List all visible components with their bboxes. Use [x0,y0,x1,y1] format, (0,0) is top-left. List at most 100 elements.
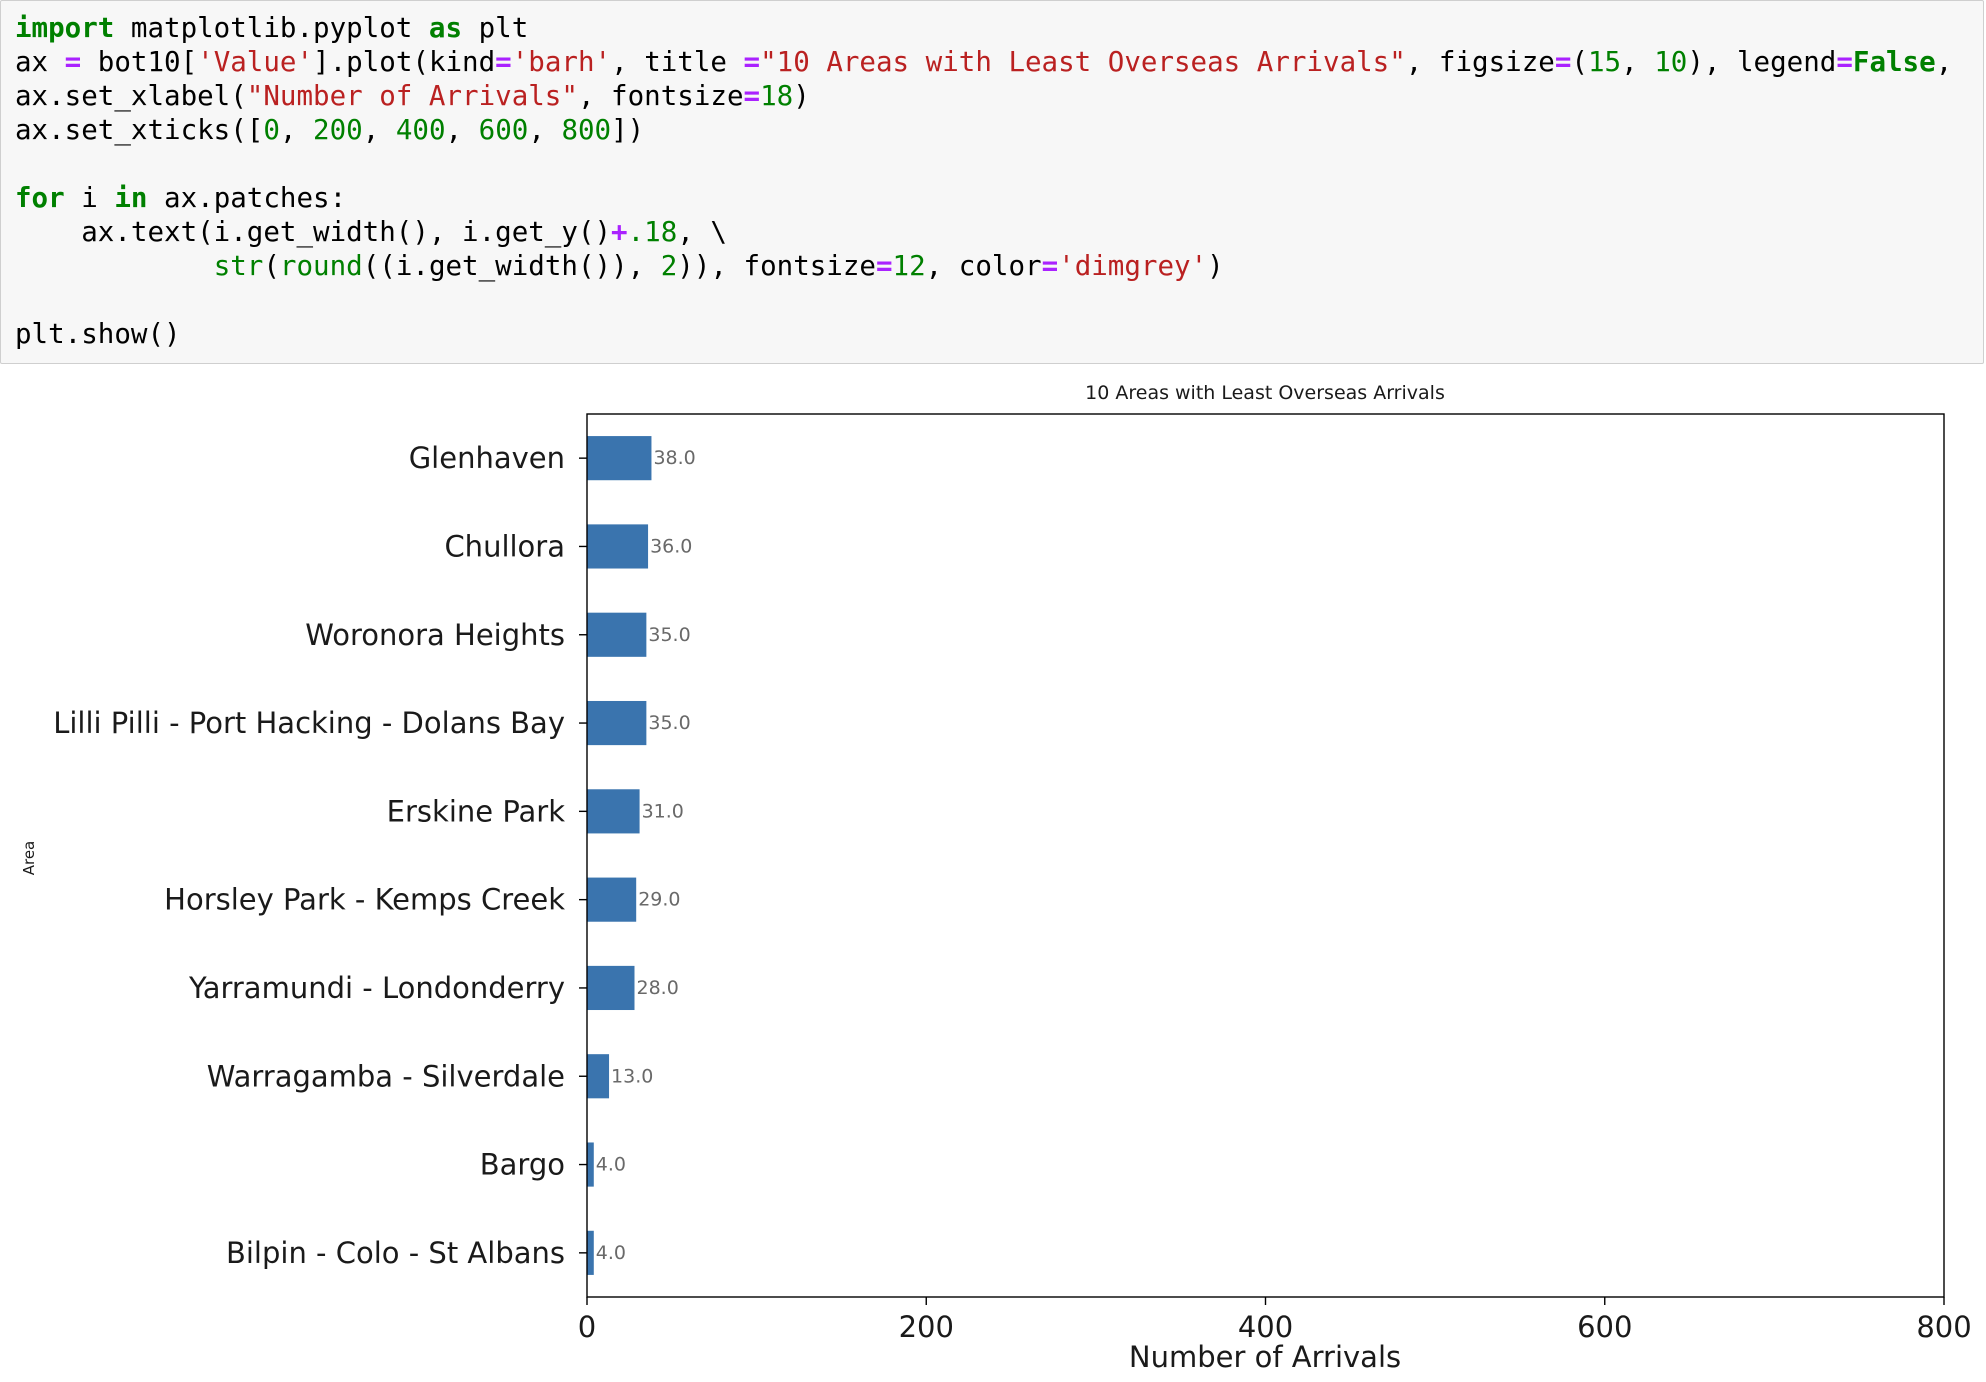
code-token: , [445,114,479,146]
code-token: = [743,80,761,112]
bar-value-label: 4.0 [596,1154,626,1176]
code-token: )), fontsize [677,250,876,282]
code-token: , title [611,46,744,78]
y-tick-label: Horsley Park - Kemps Creek [164,883,565,917]
code-token: "10 Areas with Least Overseas Arrivals" [760,46,1406,78]
code-token: .18 [627,216,678,248]
code-token: = [64,46,82,78]
code-token: , fontsize [577,80,744,112]
code-token: ax.patches: [147,182,347,214]
code-token: import [15,12,115,44]
y-tick-label: Bilpin - Colo - St Albans [226,1236,565,1270]
code-token: ( [263,250,280,282]
code-line: ax.text(i.get_width(), i.get_y()+.18, \ [15,215,1952,249]
code-token: 12 [892,250,926,282]
code-line: ax = bot10['Value'].plot(kind='barh', ti… [15,45,1952,79]
code-token: = [1836,46,1853,78]
code-token: as [428,12,463,44]
code-token: = [1554,46,1572,78]
code-token: ].plot(kind [313,46,496,78]
code-token: "Number of Arrivals" [246,80,578,112]
code-line: ax.set_xticks([0, 200, 400, 600, 800]) [15,113,1952,147]
code-token: , [362,114,396,146]
code-token: 2 [660,250,678,282]
code-token: ( [1571,46,1588,78]
x-axis-label: Number of Arrivals [1129,1340,1401,1374]
bar-value-label: 29.0 [638,889,680,911]
y-tick-label: Lilli Pilli - Port Hacking - Dolans Bay [53,706,565,740]
code-token: i [64,182,115,214]
code-token: ) [793,80,810,112]
code-token: , [528,114,562,146]
code-token: 600 [478,114,529,146]
code-token: 10 [1654,46,1688,78]
bar-value-label: 4.0 [596,1242,626,1264]
code-token: str [213,250,264,282]
code-token: 'dimgrey' [1058,250,1208,282]
x-tick-label: 600 [1577,1310,1632,1344]
code-input[interactable]: import matplotlib.pyplot as plt ax = bot1… [15,11,1952,351]
code-token: , [1621,46,1655,78]
code-line: for i in ax.patches: [15,181,1952,215]
code-token: plt.show() [15,318,181,350]
bar [587,524,649,569]
bar-value-label: 36.0 [650,535,692,557]
code-token: 'barh' [511,46,612,78]
chart-output: 10 Areas with Least Overseas Arrivals Ar… [20,382,1972,1374]
code-line: str(round((i.get_width()), 2)), fontsize… [15,249,1952,283]
y-tick-label: Warragamba - Silverdale [207,1059,565,1093]
code-token: , [1935,46,1953,78]
code-token: , figsize [1405,46,1555,78]
code-token: ax.set_xticks([ [15,114,264,146]
y-tick-label: Chullora [444,529,565,563]
code-token: ((i.get_width()), [362,250,661,282]
code-token: 'Value' [197,46,314,78]
code-token: ) [1207,250,1224,282]
bar-value-label: 38.0 [653,447,695,469]
code-token: = [743,46,761,78]
x-tick-label: 800 [1916,1310,1971,1344]
y-tick-label: Bargo [480,1148,565,1182]
code-token: 800 [561,114,612,146]
y-tick-label: Glenhaven [409,441,565,475]
code-token: 15 [1587,46,1622,78]
code-token: , \ [677,216,727,248]
code-token: matplotlib.pyplot [114,12,429,44]
code-token: , color [925,250,1042,282]
bar [587,965,635,1011]
bar [587,436,652,481]
x-tick-label: 0 [578,1310,596,1344]
code-token: ax.text(i.get_width(), i.get_y() [15,216,612,248]
code-line: import matplotlib.pyplot as plt [15,11,1952,45]
bar-value-label: 13.0 [611,1065,653,1087]
code-token: ), legend [1687,46,1837,78]
code-token: False [1852,46,1936,78]
code-cell[interactable]: import matplotlib.pyplot as plt ax = bot1… [0,0,1984,364]
code-token: 400 [395,114,446,146]
bar-value-label: 35.0 [648,624,690,646]
bar-value-label: 28.0 [636,977,678,999]
plot-frame [586,413,1945,1298]
code-token: in [114,182,148,214]
bar-value-label: 35.0 [648,712,690,734]
code-token: bot10[ [81,46,198,78]
y-tick-label: Woronora Heights [305,618,565,652]
code-token: for [15,182,65,214]
chart-title: 10 Areas with Least Overseas Arrivals [1085,382,1445,404]
bar-value-label: 31.0 [642,800,684,822]
x-tick-label: 400 [1238,1310,1293,1344]
bar [587,1230,594,1275]
code-token: 18 [760,80,794,112]
y-axis-label: Area [20,841,38,876]
code-line: plt.show() [15,317,1952,351]
plot-area: 38.0 Glenhaven 36.0 Chullora 35.0 Woronora He… [53,413,1972,1344]
code-token: 0 [263,114,280,146]
bar [587,700,647,746]
code-token: ax.set_xlabel( [15,80,247,112]
y-tick-label: Yarramundi - Londonderry [188,971,565,1005]
code-token: 200 [313,114,363,146]
code-token: = [1041,250,1059,282]
